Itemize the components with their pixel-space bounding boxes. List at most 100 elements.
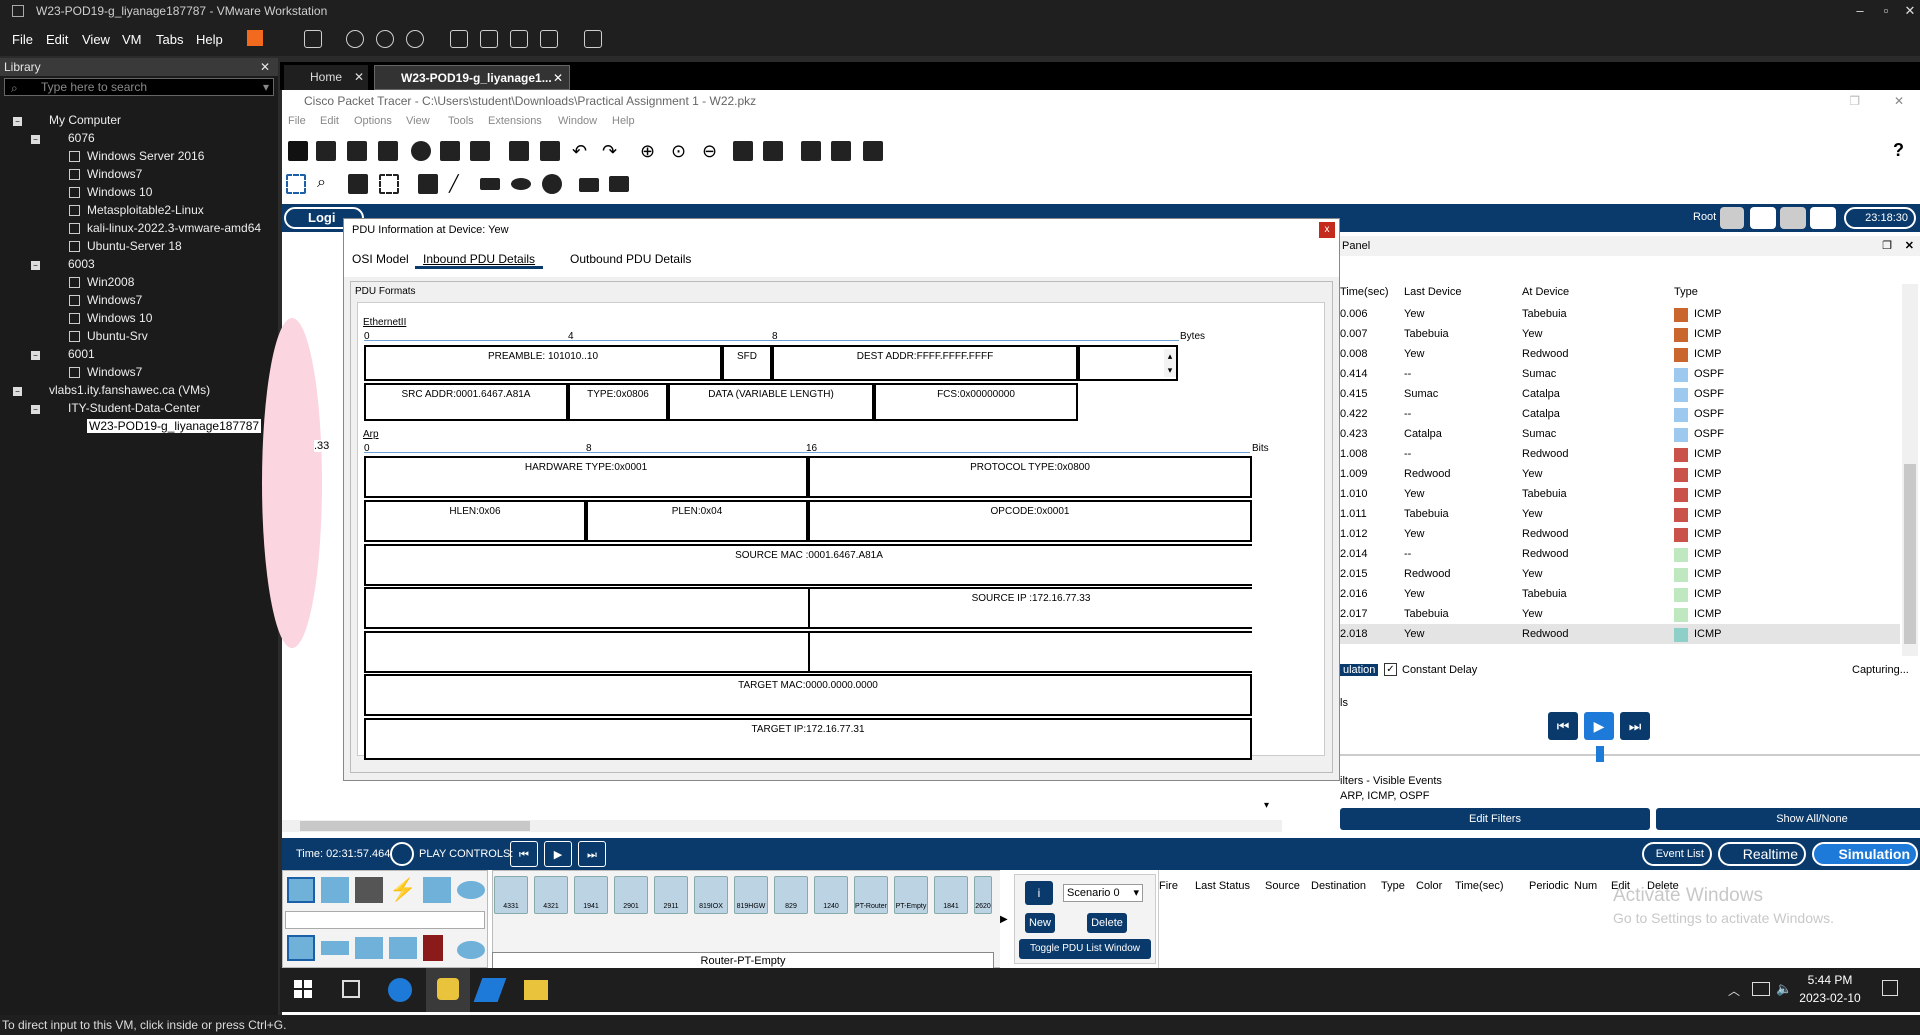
realtime-button[interactable]: Realtime [1718, 842, 1806, 866]
tree-vm[interactable]: Metasploitable2-Linux [69, 203, 204, 217]
collapse-icon[interactable]: − [31, 135, 40, 144]
wireless-icon[interactable] [389, 937, 417, 959]
scroll-down-icon[interactable]: ▾ [1264, 800, 1269, 811]
tree-folder-6001[interactable]: 6001 [68, 347, 95, 361]
forward-step-button[interactable]: ⏭ [578, 841, 606, 867]
device-819hgw[interactable]: 819HGW [734, 876, 768, 914]
scroll-thumb[interactable] [1904, 464, 1916, 644]
notifications-icon[interactable] [1882, 980, 1898, 996]
viewport-icon[interactable] [801, 141, 821, 161]
expand-arrow-icon[interactable]: ▶ [1000, 914, 1008, 925]
reset-time-icon[interactable] [390, 842, 414, 866]
scenario-select[interactable]: Scenario 0 ▾ [1063, 884, 1143, 902]
scroll-thumb[interactable] [300, 821, 530, 831]
revert-snapshot-icon[interactable] [376, 30, 394, 48]
col-type[interactable]: Type [1674, 286, 1698, 298]
tree-vm[interactable]: Ubuntu-Server 18 [69, 239, 182, 253]
delete-icon[interactable] [348, 174, 368, 194]
pt-menu-options[interactable]: Options [354, 115, 392, 127]
col-time[interactable]: Time(sec) [1340, 286, 1388, 298]
v-scrollbar[interactable] [1902, 284, 1918, 656]
pdu-col-color[interactable]: Color [1416, 880, 1442, 892]
tree-vm[interactable]: kali-linux-2022.3-vmware-amd64 [69, 221, 261, 235]
undo-icon[interactable]: ↶ [572, 141, 592, 161]
custom-device-dialog-icon[interactable] [763, 141, 783, 161]
event-row[interactable]: 1.008 -- Redwood ICMP [1340, 444, 1900, 464]
event-row[interactable]: 0.422 -- Catalpa OSPF [1340, 404, 1900, 424]
device-2911[interactable]: 2911 [654, 876, 688, 914]
edit-filters-button[interactable]: Edit Filters [1340, 808, 1650, 830]
tab-osi-model[interactable]: OSI Model [344, 249, 417, 269]
back-step-button[interactable]: ⏮ [1548, 712, 1578, 740]
pdu-col-last-status[interactable]: Last Status [1195, 880, 1250, 892]
device-819iox[interactable]: 819IOX [694, 876, 728, 914]
h-scrollbar[interactable] [282, 820, 1282, 832]
tree-vm[interactable]: Windows 10 [69, 311, 152, 325]
note-icon[interactable] [418, 174, 438, 194]
add-simple-pdu-icon[interactable] [579, 178, 599, 192]
app-icon[interactable] [473, 978, 507, 1002]
screenshot-icon[interactable] [863, 141, 883, 161]
freeform-icon[interactable] [542, 174, 562, 194]
pt-menu-tools[interactable]: Tools [448, 115, 474, 127]
tree-vm[interactable]: Windows 10 [69, 185, 152, 199]
switches-icon[interactable] [321, 941, 349, 955]
device-pt-router[interactable]: PT-Router [854, 876, 888, 914]
inspect-icon[interactable]: ⌕ [317, 174, 337, 194]
pt-menu-view[interactable]: View [406, 115, 430, 127]
event-list-button[interactable]: Event List [1642, 842, 1712, 866]
menu-tabs[interactable]: Tabs [156, 32, 183, 47]
background-icon[interactable] [1810, 207, 1836, 229]
power-icon[interactable] [247, 30, 263, 46]
pdu-col-fire[interactable]: Fire [1159, 880, 1178, 892]
collapse-icon[interactable]: − [31, 261, 40, 270]
panel-close-icon[interactable]: ✕ [1905, 236, 1914, 256]
event-row[interactable]: 0.008 Yew Redwood ICMP [1340, 344, 1900, 364]
misc-icon[interactable] [423, 877, 451, 903]
device-4321[interactable]: 4321 [534, 876, 568, 914]
copy-icon[interactable] [509, 141, 529, 161]
tree-folder-6076[interactable]: 6076 [68, 131, 95, 145]
library-toggle-icon[interactable] [450, 30, 468, 48]
menu-view[interactable]: View [82, 32, 110, 47]
network-devices-icon[interactable] [287, 877, 315, 903]
event-row[interactable]: 2.014 -- Redwood ICMP [1340, 544, 1900, 564]
print-icon[interactable] [378, 141, 398, 161]
pt-menu-file[interactable]: File [288, 115, 306, 127]
pdu-col-num[interactable]: Num [1574, 880, 1597, 892]
capture-forward-button[interactable]: ⏭ [1620, 712, 1650, 740]
field-scroll-arrows[interactable]: ▴ ▾ [1164, 349, 1176, 377]
event-row[interactable]: 1.010 Yew Tabebuia ICMP [1340, 484, 1900, 504]
event-row[interactable]: 0.006 Yew Tabebuia ICMP [1340, 304, 1900, 324]
tree-vlabs[interactable]: vlabs1.ity.fanshawec.ca (VMs) [49, 383, 210, 397]
library-search-input[interactable]: ⌕ Type here to search ▾ [4, 78, 274, 96]
packet-tracer-taskbar-item[interactable] [426, 968, 470, 1012]
save-icon[interactable] [347, 141, 367, 161]
device-1841[interactable]: 1841 [934, 876, 968, 914]
pt-menu-help[interactable]: Help [612, 115, 635, 127]
activity-wizard-icon[interactable] [440, 141, 460, 161]
device-2620[interactable]: 2620 [974, 876, 992, 914]
multiuser-icon[interactable] [457, 881, 485, 899]
connections-icon[interactable]: ⚡ [389, 877, 417, 903]
pdu-col-time[interactable]: Time(sec) [1455, 880, 1503, 892]
menu-edit[interactable]: Edit [46, 32, 68, 47]
pdu-col-type[interactable]: Type [1381, 880, 1405, 892]
col-at-device[interactable]: At Device [1522, 286, 1569, 298]
collapse-icon[interactable]: − [31, 351, 40, 360]
tree-vm[interactable]: Win2008 [69, 275, 134, 289]
new-file-icon[interactable] [288, 141, 308, 161]
close-tab-icon[interactable]: ✕ [553, 66, 563, 91]
pt-menu-window[interactable]: Window [558, 115, 597, 127]
col-last-device[interactable]: Last Device [1404, 286, 1461, 298]
delete-scenario-button[interactable]: Delete [1087, 913, 1127, 933]
new-scenario-button[interactable]: New [1025, 913, 1055, 933]
zoom-in-icon[interactable]: ⊕ [640, 141, 660, 161]
snapshot-manager-icon[interactable] [406, 30, 424, 48]
add-complex-pdu-icon[interactable] [609, 176, 629, 192]
task-view-icon[interactable] [342, 980, 360, 998]
draw-rectangle-icon[interactable] [480, 178, 500, 190]
info-icon[interactable]: i [1025, 881, 1053, 905]
pt-menu-edit[interactable]: Edit [320, 115, 339, 127]
tab-outbound-pdu[interactable]: Outbound PDU Details [562, 249, 699, 269]
